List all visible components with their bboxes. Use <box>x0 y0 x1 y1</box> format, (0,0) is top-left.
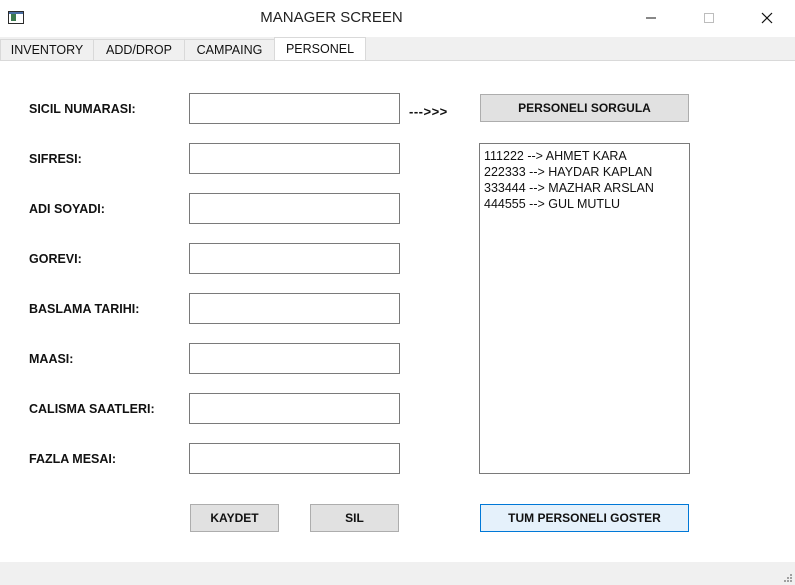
adi-soyadi-label: ADI SOYADI: <box>29 202 105 216</box>
window-title: MANAGER SCREEN <box>260 9 403 26</box>
list-item[interactable]: 333444 --> MAZHAR ARSLAN <box>484 180 685 196</box>
sil-button[interactable]: SIL <box>310 504 399 532</box>
close-icon <box>761 12 773 24</box>
close-button[interactable] <box>744 0 790 36</box>
tum-personeli-goster-button[interactable]: TUM PERSONELI GOSTER <box>480 504 689 532</box>
kaydet-button[interactable]: KAYDET <box>190 504 279 532</box>
fazla-mesai-label: FAZLA MESAI: <box>29 452 117 466</box>
calisma-saatleri-label: CALISMA SAATLERI: <box>29 402 155 416</box>
tab-strip: INVENTORY ADD/DROP CAMPAING PERSONEL <box>0 37 795 61</box>
adi-soyadi-input[interactable] <box>189 193 400 224</box>
sifresi-input[interactable] <box>189 143 400 174</box>
fazla-mesai-input[interactable] <box>189 443 400 474</box>
minimize-icon <box>646 17 656 19</box>
personnel-listbox[interactable]: 111222 --> AHMET KARA 222333 --> HAYDAR … <box>479 143 690 474</box>
calisma-saatleri-input[interactable] <box>189 393 400 424</box>
baslama-tarihi-label: BASLAMA TARIHI: <box>29 302 140 316</box>
maximize-button[interactable] <box>686 0 732 36</box>
tab-personel[interactable]: PERSONEL <box>274 37 366 61</box>
tab-add-drop[interactable]: ADD/DROP <box>93 39 185 60</box>
title-bar: MANAGER SCREEN <box>0 0 795 37</box>
personel-panel: SICIL NUMARASI: SIFRESI: ADI SOYADI: GOR… <box>0 60 795 562</box>
list-item[interactable]: 222333 --> HAYDAR KAPLAN <box>484 164 685 180</box>
minimize-button[interactable] <box>628 0 674 36</box>
gorevi-label: GOREVI: <box>29 252 82 266</box>
list-item[interactable]: 111222 --> AHMET KARA <box>484 148 685 164</box>
tab-campaing[interactable]: CAMPAING <box>184 39 275 60</box>
tab-inventory[interactable]: INVENTORY <box>0 39 94 60</box>
resize-grip-icon[interactable] <box>783 573 793 583</box>
status-bar <box>0 562 795 585</box>
sifresi-label: SIFRESI: <box>29 152 82 166</box>
arrow-indicator: --->>> <box>409 104 448 119</box>
personeli-sorgula-button[interactable]: PERSONELI SORGULA <box>480 94 689 122</box>
sicil-numarasi-label: SICIL NUMARASI: <box>29 102 136 116</box>
sicil-numarasi-input[interactable] <box>189 93 400 124</box>
list-item[interactable]: 444555 --> GUL MUTLU <box>484 196 685 212</box>
maximize-icon <box>704 13 714 23</box>
maasi-input[interactable] <box>189 343 400 374</box>
gorevi-input[interactable] <box>189 243 400 274</box>
maasi-label: MAASI: <box>29 352 74 366</box>
baslama-tarihi-input[interactable] <box>189 293 400 324</box>
